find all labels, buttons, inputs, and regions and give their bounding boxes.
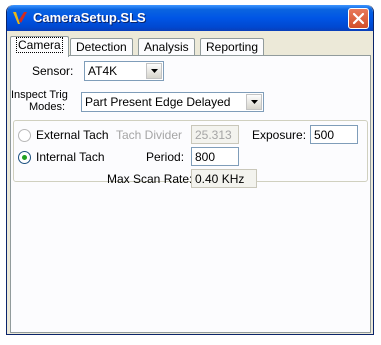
v-logo-icon (12, 10, 28, 26)
window-title: CameraSetup.SLS (33, 10, 146, 25)
chevron-down-icon[interactable] (146, 63, 162, 79)
max-scan-rate-field: 0.40 KHz (191, 169, 257, 188)
close-button[interactable] (348, 8, 369, 29)
title-bar[interactable]: CameraSetup.SLS (7, 5, 373, 31)
external-tach-label[interactable]: External Tach (36, 128, 109, 142)
inspect-trig-label: Inspect Trig (11, 89, 68, 101)
camera-tab-panel: Sensor: AT4K Inspect Trig Modes: Part Pr… (10, 55, 371, 333)
camera-setup-window: CameraSetup.SLS Camera Detection Analysi… (6, 5, 374, 335)
exposure-field[interactable]: 500 (310, 125, 358, 144)
tab-reporting[interactable]: Reporting (200, 38, 265, 56)
external-tach-radio[interactable] (18, 129, 31, 142)
tab-detection[interactable]: Detection (70, 38, 133, 56)
tab-analysis[interactable]: Analysis (138, 38, 195, 56)
sensor-select[interactable]: AT4K (84, 61, 164, 81)
sensor-value: AT4K (88, 64, 118, 78)
period-label: Period: (146, 150, 185, 164)
period-field[interactable]: 800 (191, 147, 239, 166)
tab-camera[interactable]: Camera (10, 36, 69, 57)
internal-tach-label[interactable]: Internal Tach (36, 150, 105, 164)
exposure-label: Exposure: (252, 128, 307, 142)
inspect-trig-label-2: Modes: (29, 101, 66, 113)
tach-group: External Tach Tach Divider 25.313 Exposu… (13, 120, 368, 188)
sensor-label: Sensor: (32, 64, 74, 78)
inspect-trig-value: Part Present Edge Delayed (85, 95, 231, 109)
chevron-down-icon[interactable] (246, 94, 262, 110)
internal-tach-radio[interactable] (18, 151, 31, 164)
tach-divider-field[interactable]: 25.313 (191, 125, 239, 144)
max-scan-rate-label: Max Scan Rate: (107, 172, 193, 186)
tach-divider-label: Tach Divider (116, 128, 183, 142)
inspect-trig-select[interactable]: Part Present Edge Delayed (81, 92, 264, 112)
